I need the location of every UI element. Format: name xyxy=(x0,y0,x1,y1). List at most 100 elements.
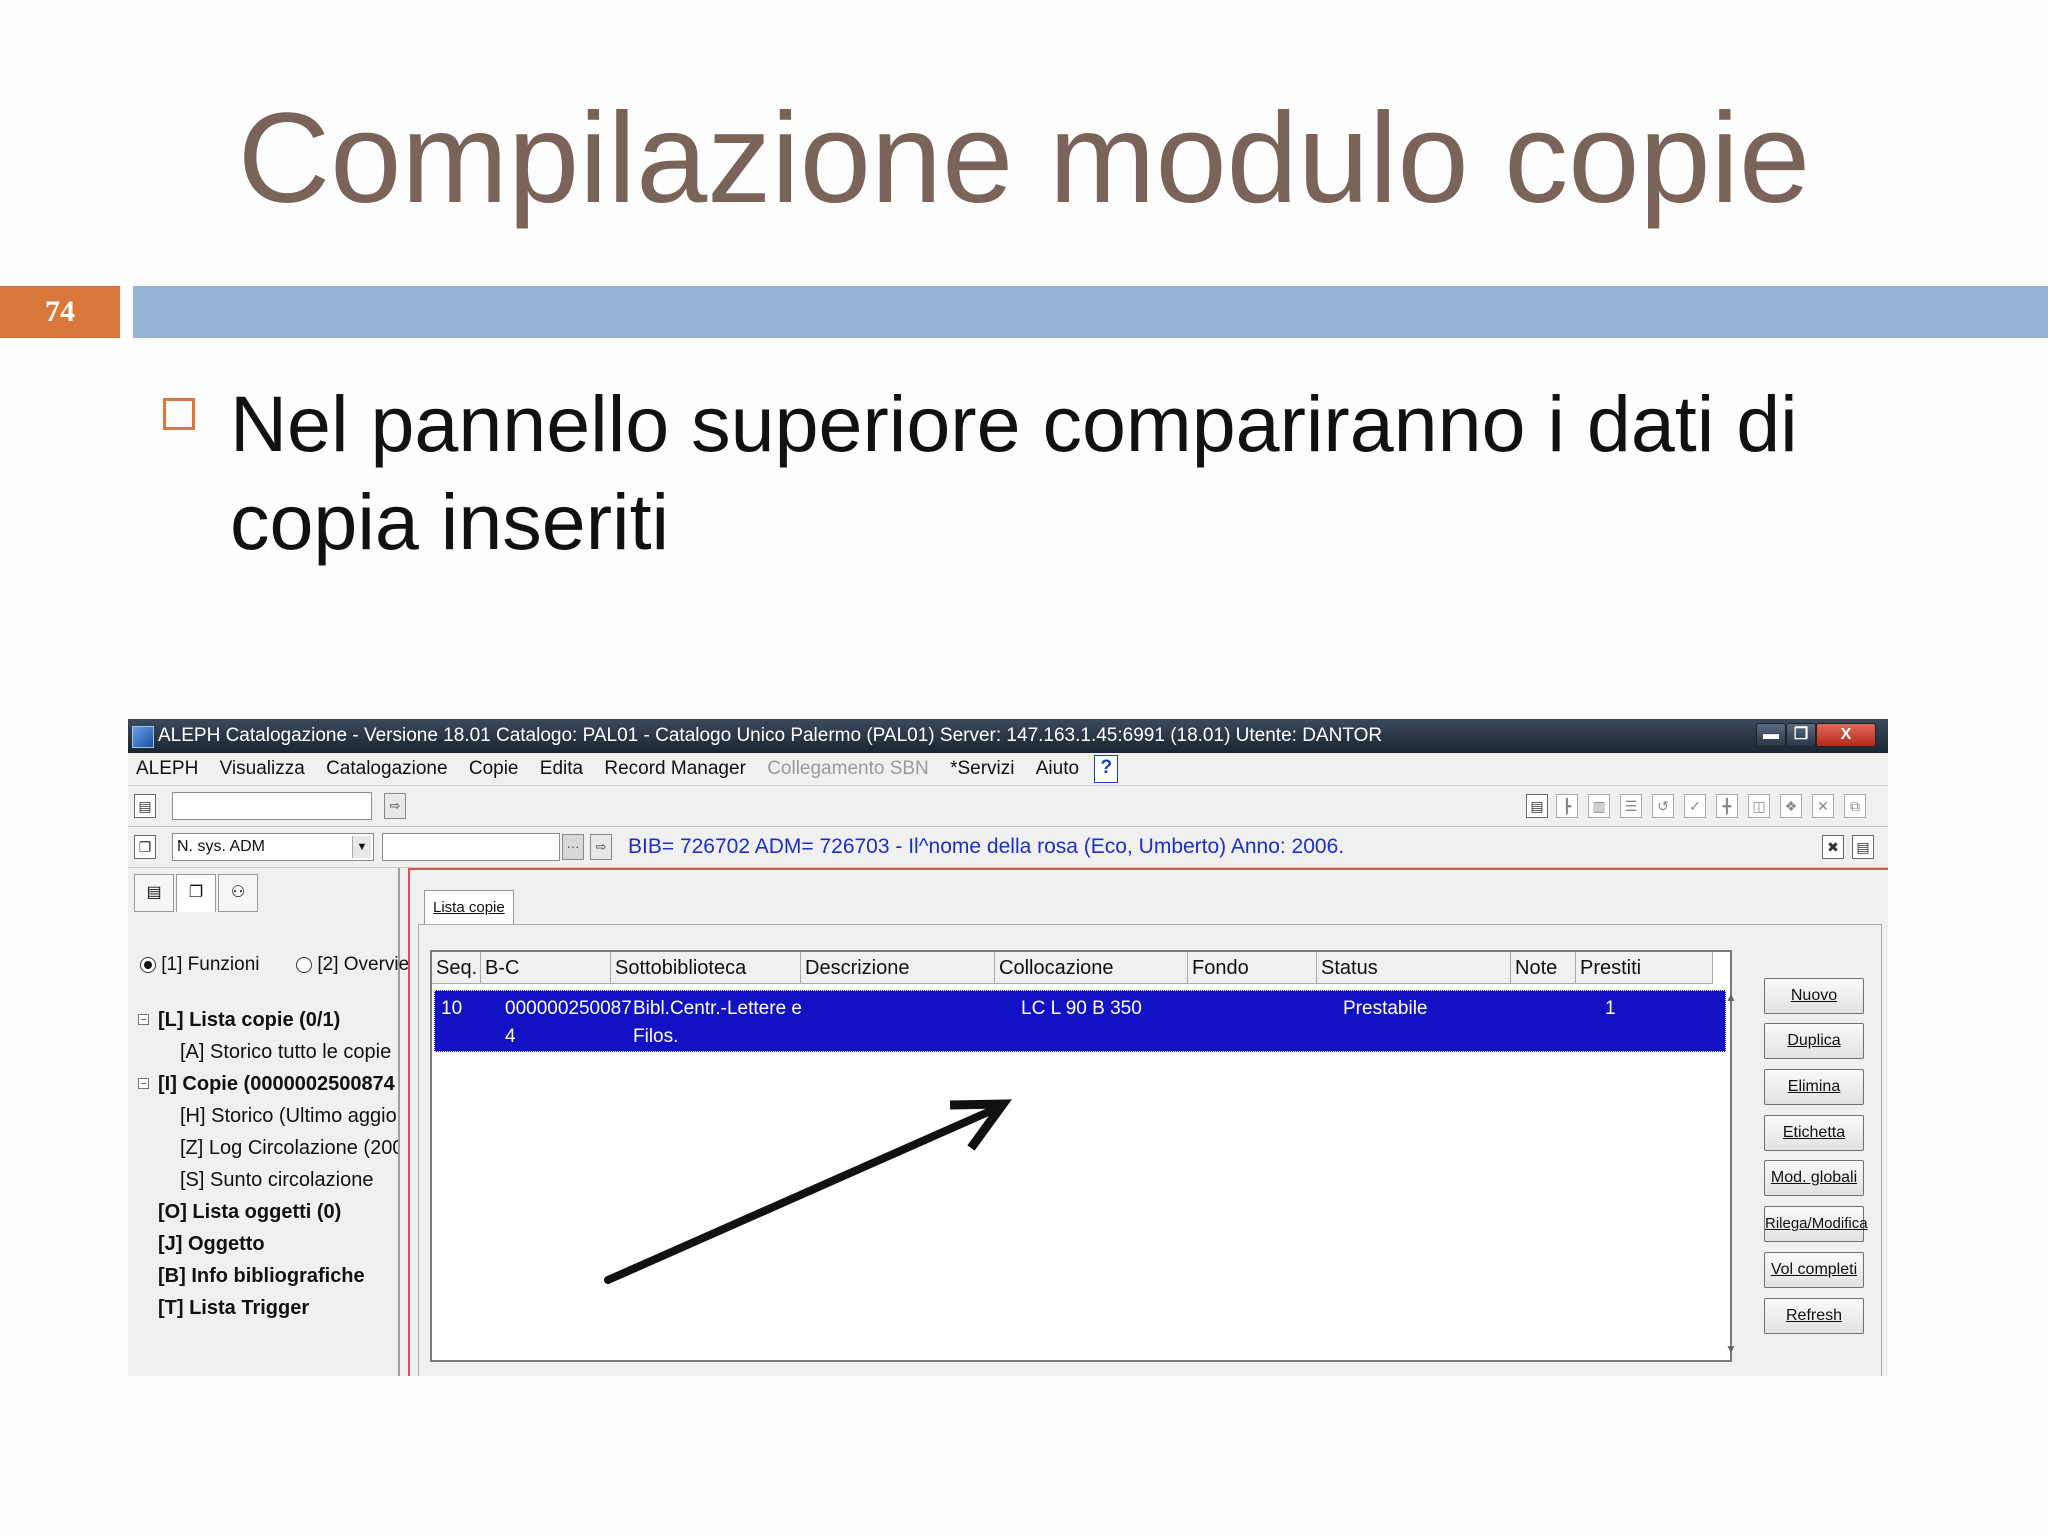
main-panel: Lista copie Seq. B-C Sottobiblioteca Des… xyxy=(408,868,1888,1376)
menu-visualizza[interactable]: Visualizza xyxy=(212,753,313,785)
scroll-down-icon[interactable]: ▼ xyxy=(1722,1342,1740,1356)
cell-bc-line2: 4 xyxy=(505,1026,516,1047)
maximize-button[interactable]: ❐ xyxy=(1786,723,1816,747)
tree-item[interactable]: [S] Sunto circolazione xyxy=(138,1164,398,1196)
col-prestiti[interactable]: Prestiti xyxy=(1576,952,1713,984)
record-info: BIB= 726702 ADM= 726703 - Il^nome della … xyxy=(628,835,1345,858)
go-arrow-icon-2[interactable]: ⇨ xyxy=(590,834,612,860)
id-input[interactable] xyxy=(382,833,560,861)
record-icon[interactable]: ▤ xyxy=(134,794,156,818)
tree-item-label: [S] Sunto circolazione xyxy=(180,1169,374,1191)
refresh-button[interactable]: Refresh xyxy=(1764,1298,1864,1334)
check-icon[interactable]: ✓ xyxy=(1684,794,1706,818)
refresh-doc-icon[interactable]: ↺ xyxy=(1652,794,1674,818)
vol-completi-button[interactable]: Vol completi xyxy=(1764,1252,1864,1288)
title-bar[interactable]: ALEPH Catalogazione - Versione 18.01 Cat… xyxy=(128,719,1888,753)
list-icon[interactable]: ☰ xyxy=(1620,794,1642,818)
document-icon[interactable]: ▤ xyxy=(1526,794,1548,818)
minimize-button[interactable]: ▬ xyxy=(1756,723,1786,747)
copy-icon[interactable]: ❐ xyxy=(134,835,156,859)
window-title: ALEPH Catalogazione - Versione 18.01 Cat… xyxy=(158,725,1383,746)
etichetta-button[interactable]: Etichetta xyxy=(1764,1115,1864,1151)
tree-item-label: [A] Storico tutto le copie xyxy=(180,1041,392,1063)
hierarchy-icon[interactable]: ╋ xyxy=(1716,794,1738,818)
cell-prestiti: 1 xyxy=(1605,998,1616,1019)
cell-status: Prestabile xyxy=(1343,998,1428,1019)
id-type-select[interactable]: N. sys. ADM ▼ xyxy=(172,833,374,861)
tab-copy-icon[interactable]: ❐ xyxy=(176,874,216,912)
cell-collocazione: LC L 90 B 350 xyxy=(1021,998,1142,1019)
col-sottobiblioteca[interactable]: Sottobiblioteca xyxy=(611,952,801,984)
elimina-button[interactable]: Elimina xyxy=(1764,1069,1864,1105)
delete-doc-icon[interactable]: ✕ xyxy=(1812,794,1834,818)
col-note[interactable]: Note xyxy=(1511,952,1576,984)
menu-catalogazione[interactable]: Catalogazione xyxy=(318,753,455,785)
function-tree: − [L] Lista copie (0/1) [A] Storico tutto … xyxy=(138,1004,398,1324)
tree-item[interactable]: [A] Storico tutto le copie xyxy=(138,1036,398,1068)
left-navigation-panel: ▤ ❐ ⚇ [1] Funzioni [2] Overvie − [L] List… xyxy=(128,868,409,1376)
close-record-icon[interactable]: ✖ xyxy=(1822,835,1844,859)
tree-item[interactable]: [T] Lista Trigger xyxy=(138,1292,398,1324)
menu-aiuto[interactable]: Aiuto xyxy=(1028,753,1087,785)
search-input[interactable] xyxy=(172,792,372,820)
nuovo-button[interactable]: Nuovo xyxy=(1764,978,1864,1014)
tree-item-label: [I] Copie (0000002500874 xyxy=(158,1073,395,1095)
page-number: 74 xyxy=(0,286,120,338)
close-button[interactable]: X xyxy=(1816,723,1876,747)
tree-item[interactable]: [O] Lista oggetti (0) xyxy=(138,1196,398,1228)
radio-funzioni-label: [1] Funzioni xyxy=(161,954,260,975)
tree-item-label: [L] Lista copie (0/1) xyxy=(158,1009,341,1031)
doc-list-icon[interactable]: ▤ xyxy=(1852,835,1874,859)
pages-icon[interactable]: ⧉ xyxy=(1844,794,1866,818)
table-row[interactable]: 10 000000250087 4 Bibl.Centr.-Lettere e … xyxy=(434,990,1726,1052)
radio-overview[interactable] xyxy=(296,956,313,973)
go-arrow-icon[interactable]: ⇨ xyxy=(384,793,406,819)
col-status[interactable]: Status xyxy=(1317,952,1511,984)
scroll-up-icon[interactable]: ▲ xyxy=(1722,990,1740,1004)
rilega-modifica-button[interactable]: Rilega/Modifica xyxy=(1764,1206,1868,1242)
grid-header: Seq. B-C Sottobiblioteca Descrizione Col… xyxy=(432,952,1730,984)
tab-lista-copie[interactable]: Lista copie xyxy=(424,890,514,925)
mod-globali-button[interactable]: Mod. globali xyxy=(1764,1160,1864,1196)
duplica-button[interactable]: Duplica xyxy=(1764,1023,1864,1059)
bullet-square-icon xyxy=(163,398,195,430)
cell-sottobiblioteca-line1: Bibl.Centr.-Lettere e xyxy=(633,998,802,1019)
tab-record-icon[interactable]: ▤ xyxy=(134,874,174,912)
tree-item[interactable]: − [L] Lista copie (0/1) xyxy=(138,1004,398,1036)
menu-copie[interactable]: Copie xyxy=(461,753,527,785)
menu-record-manager[interactable]: Record Manager xyxy=(596,753,754,785)
radio-overview-label: [2] Overvie xyxy=(317,954,410,975)
columns-icon[interactable]: ▥ xyxy=(1588,794,1610,818)
chevron-down-icon[interactable]: ▼ xyxy=(352,836,371,858)
tab-binoculars-icon[interactable]: ⚇ xyxy=(218,874,258,912)
tree-item[interactable]: − [I] Copie (0000002500874 xyxy=(138,1068,398,1100)
col-descrizione[interactable]: Descrizione xyxy=(801,952,995,984)
collapse-icon[interactable]: − xyxy=(138,1014,149,1026)
tree-item[interactable]: [H] Storico (Ultimo aggiorr xyxy=(138,1100,398,1132)
col-seq[interactable]: Seq. xyxy=(432,952,481,984)
book-icon[interactable]: ◫ xyxy=(1748,794,1770,818)
col-bc[interactable]: B-C xyxy=(481,952,611,984)
tree-item-label: [H] Storico (Ultimo aggiorr xyxy=(180,1105,398,1127)
cell-seq: 10 xyxy=(441,998,463,1019)
menu-servizi[interactable]: *Servizi xyxy=(942,753,1022,785)
menu-edita[interactable]: Edita xyxy=(532,753,591,785)
network-icon[interactable]: ❖ xyxy=(1780,794,1802,818)
collapse-icon[interactable]: − xyxy=(138,1078,149,1090)
tree-item[interactable]: [J] Oggetto xyxy=(138,1228,398,1260)
ellipsis-button[interactable]: ··· xyxy=(562,834,584,860)
tree-item-label: [B] Info bibliografiche xyxy=(158,1265,365,1287)
menu-aleph[interactable]: ALEPH xyxy=(128,753,206,785)
tree-item-label: [O] Lista oggetti (0) xyxy=(158,1201,342,1223)
col-collocazione[interactable]: Collocazione xyxy=(995,952,1188,984)
id-type-value: N. sys. ADM xyxy=(177,838,266,855)
slide-title: Compilazione modulo copie xyxy=(237,87,1811,230)
help-icon[interactable]: ? xyxy=(1094,754,1119,783)
cell-sottobiblioteca-line2: Filos. xyxy=(633,1026,679,1047)
copies-grid: Seq. B-C Sottobiblioteca Descrizione Col… xyxy=(430,950,1737,1362)
tree-icon[interactable]: ┣ xyxy=(1556,794,1578,818)
tree-item[interactable]: [Z] Log Circolazione (2009 xyxy=(138,1132,398,1164)
tree-item[interactable]: [B] Info bibliografiche xyxy=(138,1260,398,1292)
col-fondo[interactable]: Fondo xyxy=(1188,952,1317,984)
radio-funzioni[interactable] xyxy=(140,956,156,973)
